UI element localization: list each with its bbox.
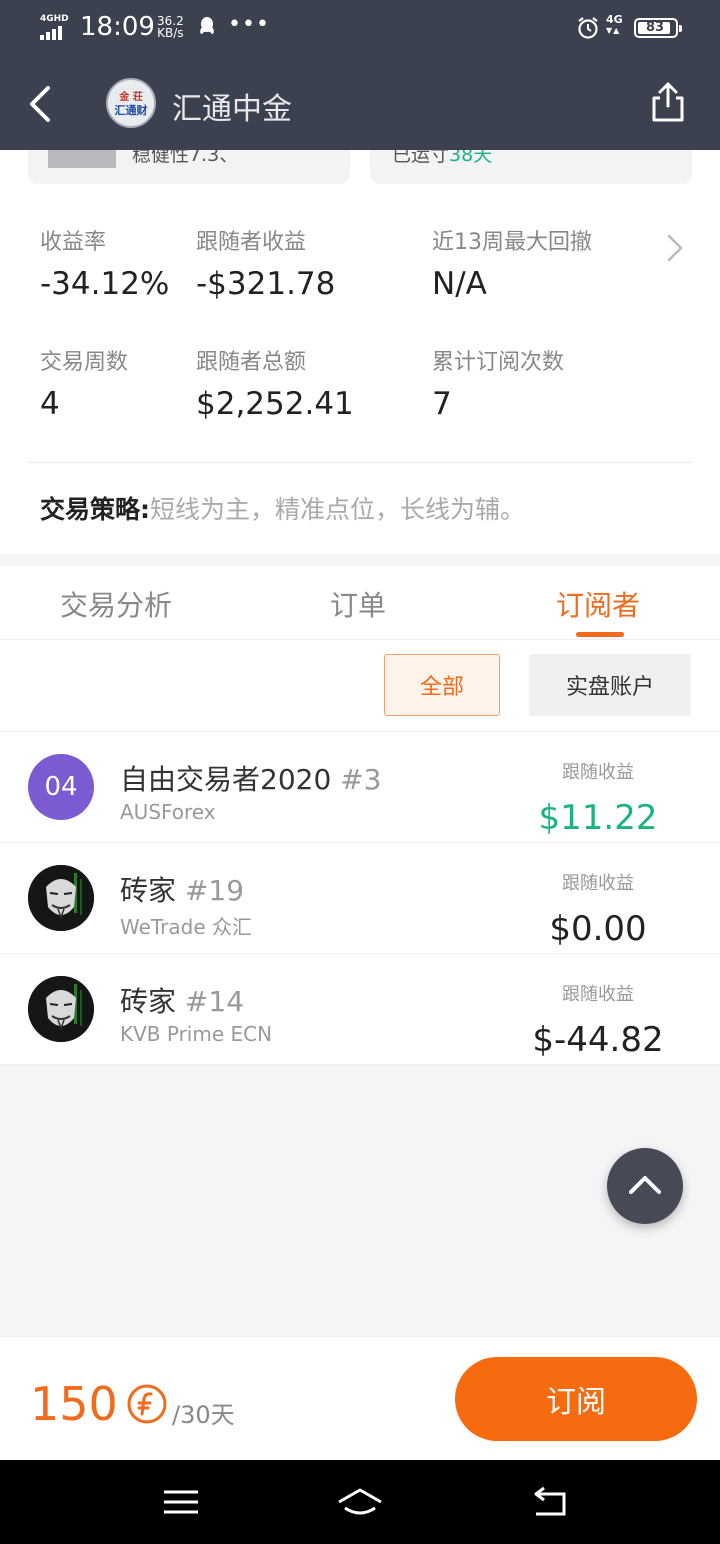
stat-value: 4 [40,386,60,422]
more-notifications-icon: ••• [228,12,270,37]
profit-label: 跟随收益 [562,873,634,894]
name-text: 砖家 [120,985,177,1018]
profit-value: $-44.82 [532,1020,664,1060]
menu-icon[interactable] [156,1484,206,1520]
filter-all-button[interactable]: 全部 [384,654,500,716]
qq-icon [200,17,214,34]
mask-avatar-icon [28,976,94,1042]
name-text: 砖家 [120,874,177,907]
trader-logo: 金 荘 汇通财 [106,78,156,128]
nav-header: 金 荘 汇通财 汇通中金 [0,58,720,150]
subscription-price: 150 [30,1377,118,1431]
tab-subscribers[interactable]: 订阅者 [556,584,640,624]
network-type: 4GHD [40,14,69,24]
trading-strategy: 交易策略:短线为主，精准点位，长线为辅。 [40,490,525,526]
profit-label: 跟随收益 [562,762,634,783]
back-nav-icon[interactable] [524,1484,574,1520]
stat-value: 7 [432,386,452,422]
list-item[interactable]: 砖家 #14 KVB Prime ECN 跟随收益 $-44.82 [0,954,720,1065]
mask-avatar-icon [28,865,94,931]
runtime-value: 38天 [449,150,493,166]
app-header: 4GHD 18:09 36.2 KB/s ••• 4G ▼▲ 83 金 荘 汇通… [0,0,720,150]
stat-label: 收益率 [40,230,107,255]
trader-summary: 稳健性7.3、 已运寸38天 收益率 -34.12% 跟随者收益 -$321.7… [0,150,720,554]
filter-real-account-button[interactable]: 实盘账户 [529,654,691,716]
avatar: 04 [28,754,94,820]
runtime-prefix: 已运寸 [392,150,450,166]
tab-trade-analysis[interactable]: 交易分析 [60,584,172,624]
stat-label: 累计订阅次数 [432,350,565,375]
chevron-up-icon [629,1176,661,1194]
stat-value: N/A [432,266,487,302]
home-icon[interactable] [335,1484,385,1520]
avatar [28,865,94,931]
coin-icon [127,1384,167,1424]
profit-value: $11.22 [538,798,658,838]
system-nav-bar [0,1460,720,1544]
stat-value: $2,252.41 [196,386,354,422]
rank-text: #19 [184,874,245,907]
profit-value: $0.00 [549,909,647,949]
divider [28,462,692,463]
rank-text: #3 [340,763,382,796]
active-tab-indicator [576,632,624,637]
subscriber-name: 砖家 #14 [120,980,244,1020]
share-icon[interactable] [648,80,688,124]
signal-icon: 4GHD [40,14,72,40]
name-text: 自由交易者2020 [120,763,332,796]
stat-return-rate: 收益率 -34.12% [40,224,169,302]
speed-unit: KB/s [157,26,184,40]
stat-subscription-count: 累计订阅次数 7 [432,344,564,422]
subscriber-name: 自由交易者2020 #3 [120,758,381,798]
rank-text: #14 [184,985,245,1018]
subscriber-filters: 全部 实盘账户 [0,640,720,732]
back-icon[interactable] [24,82,56,126]
cellular-icon: 4G ▼▲ [606,13,623,35]
page-title: 汇通中金 [172,92,292,127]
cellular-label: 4G [606,13,623,26]
rating-card[interactable]: 稳健性7.3、 [28,150,350,184]
battery-icon: 83 [634,18,682,38]
stat-trading-weeks: 交易周数 4 [40,344,128,422]
logo-text-bottom: 汇通财 [114,104,148,117]
tab-bar: 交易分析 订单 订阅者 [0,566,720,640]
strategy-label: 交易策略: [40,495,150,524]
status-bar: 4GHD 18:09 36.2 KB/s ••• 4G ▼▲ 83 [0,0,720,58]
battery-level: 83 [645,20,665,35]
subscribe-button[interactable]: 订阅 [455,1357,697,1441]
subscribe-bar: 150 /30天 订阅 [0,1336,720,1460]
strategy-text: 短线为主，精准点位，长线为辅。 [150,495,526,524]
list-item[interactable]: 04 自由交易者2020 #3 AUSForex 跟随收益 $11.22 [0,732,720,843]
profit-label: 跟随收益 [562,984,634,1005]
runtime-card[interactable]: 已运寸38天 [370,150,692,184]
runtime-card-text: 已运寸38天 [392,150,492,167]
broker-name: KVB Prime ECN [120,1022,273,1046]
stat-label: 跟随者收益 [196,230,307,255]
chevron-right-icon[interactable] [664,232,686,264]
broker-name: WeTrade 众汇 [120,915,253,939]
broker-name: AUSForex [120,800,216,824]
stat-value: -$321.78 [196,266,336,302]
stat-follower-profit: 跟随者收益 -$321.78 [196,224,335,302]
rating-thumbnail [48,150,116,168]
alarm-icon [578,17,598,39]
subscriber-name: 砖家 #19 [120,869,244,909]
subscriber-list: 04 自由交易者2020 #3 AUSForex 跟随收益 $11.22 砖家 … [0,732,720,1065]
tab-orders[interactable]: 订单 [330,584,386,624]
stat-label: 跟随者总额 [196,350,307,375]
rating-card-text: 稳健性7.3、 [132,150,239,166]
stat-follower-total: 跟随者总额 $2,252.41 [196,344,354,422]
network-speed: 36.2 KB/s [157,15,184,39]
list-item[interactable]: 砖家 #19 WeTrade 众汇 跟随收益 $0.00 [0,843,720,954]
stat-max-drawdown: 近13周最大回撤 N/A [432,224,592,302]
avatar [28,976,94,1042]
subscription-period: /30天 [172,1401,235,1429]
stat-label: 近13周最大回撤 [432,230,592,255]
stat-label: 交易周数 [40,350,129,375]
stat-value: -34.12% [40,266,170,302]
scroll-to-top-button[interactable] [607,1148,683,1224]
clock: 18:09 [80,12,155,42]
logo-text-top: 金 荘 [119,92,143,103]
